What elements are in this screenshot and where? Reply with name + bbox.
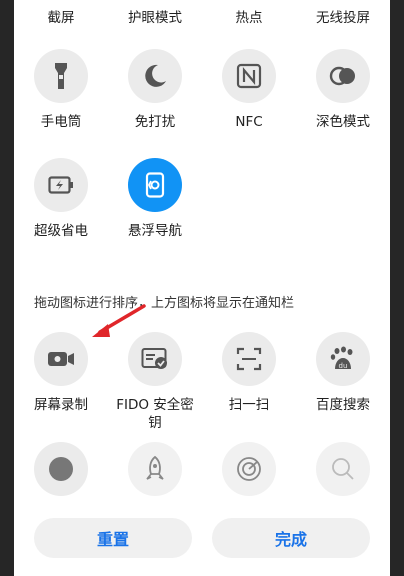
search-icon [316, 442, 370, 496]
tile-label: 深色模式 [316, 114, 370, 130]
tile-scan[interactable]: 扫一扫 [202, 332, 296, 414]
tile-label: 手电筒 [40, 114, 82, 130]
dark-mode-icon [316, 49, 370, 103]
tile-unlabeled-1[interactable] [14, 442, 108, 496]
tile-screen-recording[interactable]: 屏幕录制 [14, 332, 108, 414]
tile-nfc[interactable]: NFC [202, 49, 296, 131]
radar-icon [222, 442, 276, 496]
tile-label-eye-comfort[interactable]: 护眼模式 [108, 6, 202, 26]
tile-flashlight[interactable]: 手电筒 [14, 49, 108, 131]
tile-label: 悬浮导航 [128, 223, 182, 239]
flashlight-icon [34, 49, 88, 103]
moon-icon [128, 49, 182, 103]
red-arrow-annotation [92, 304, 146, 337]
tile-label: 扫一扫 [228, 397, 270, 413]
tile-do-not-disturb[interactable]: 免打扰 [108, 49, 202, 131]
tile-label-hotspot[interactable]: 热点 [202, 6, 296, 26]
tile-baidu-search[interactable]: du 百度搜索 [296, 332, 390, 414]
tile-floating-navigation[interactable]: 悬浮导航 [108, 158, 202, 240]
quick-settings-editor: 截屏 护眼模式 热点 无线投屏 手电筒 免打扰 NFC 深色模式 超级省电 悬浮… [14, 0, 390, 576]
tile-label-wireless-projection[interactable]: 无线投屏 [296, 6, 390, 26]
drag-sort-hint: 拖动图标进行排序，上方图标将显示在通知栏 [34, 296, 295, 311]
floating-nav-icon [128, 158, 182, 212]
circle-icon [34, 442, 88, 496]
tile-label: 百度搜索 [316, 397, 370, 413]
tile-label: 免打扰 [134, 114, 176, 130]
battery-saver-icon [34, 158, 88, 212]
done-button[interactable]: 完成 [212, 518, 370, 558]
rocket-icon [128, 442, 182, 496]
tile-unlabeled-4[interactable] [296, 442, 390, 496]
scan-icon [222, 332, 276, 386]
screen-record-icon [34, 332, 88, 386]
tile-label: FIDO 安全密钥 [116, 397, 194, 431]
tile-label: 屏幕录制 [34, 397, 88, 413]
tile-unlabeled-2[interactable] [108, 442, 202, 496]
tile-fido-security-key[interactable]: FIDO 安全密钥 [108, 332, 202, 432]
tile-label-screenshot[interactable]: 截屏 [14, 6, 108, 26]
tile-unlabeled-3[interactable] [202, 442, 296, 496]
svg-text:du: du [339, 362, 348, 370]
nfc-icon [222, 49, 276, 103]
tile-super-power-saving[interactable]: 超级省电 [14, 158, 108, 240]
tile-label: 超级省电 [34, 223, 88, 239]
baidu-icon: du [316, 332, 370, 386]
reset-button[interactable]: 重置 [34, 518, 192, 558]
tile-label: NFC [235, 114, 263, 130]
tile-dark-mode[interactable]: 深色模式 [296, 49, 390, 131]
